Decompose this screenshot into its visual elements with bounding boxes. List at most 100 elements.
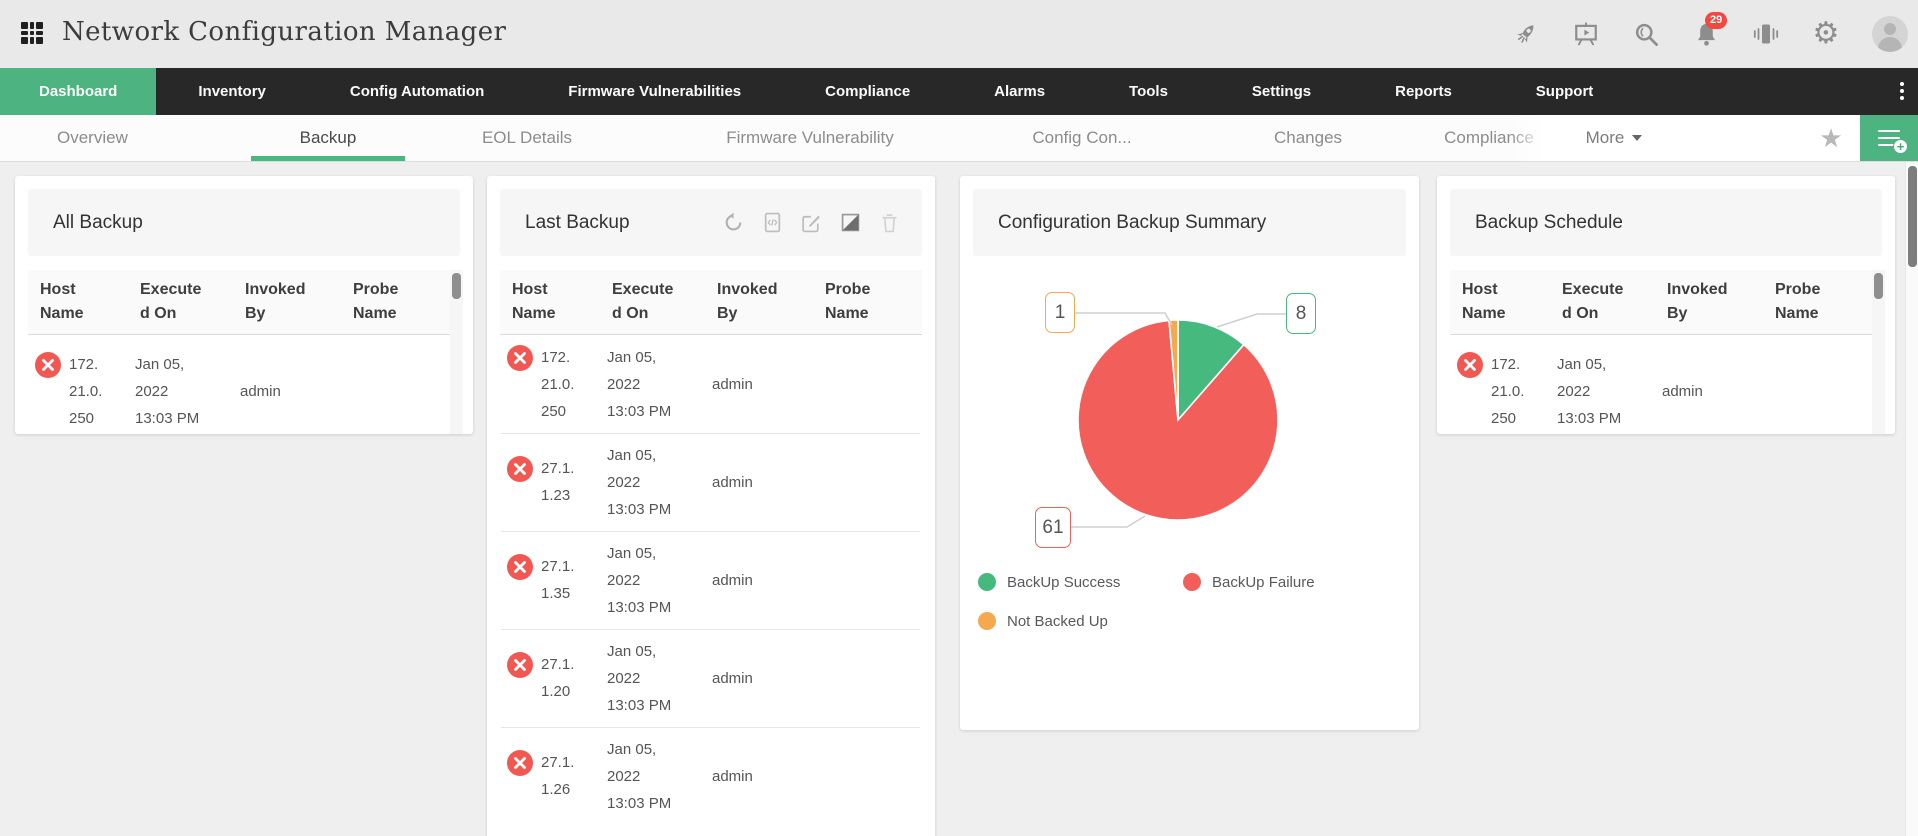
- table-row[interactable]: 172.21.0.250 Jan 05, 2022 13:03 PM admin: [501, 335, 920, 433]
- callout-backup-success: 8: [1286, 293, 1316, 334]
- table-body: 172.21.0.250 Jan 05, 2022 13:03 PM admin: [1451, 335, 1880, 434]
- executed-on-value: Jan 05, 2022 13:03 PM: [1557, 351, 1662, 432]
- nav-item-label: Config Automation: [350, 83, 484, 100]
- widget-header: Backup Schedule: [1450, 189, 1882, 256]
- app-header: Network Configuration Manager: [0, 0, 1918, 68]
- widget-scrollbar-thumb[interactable]: [452, 273, 461, 299]
- invoked-by-value: admin: [712, 371, 820, 398]
- more-label: More: [1586, 128, 1625, 148]
- nav-item-label: Inventory: [198, 83, 266, 100]
- nav-item-label: Tools: [1129, 83, 1168, 100]
- widget-scrollbar-thumb[interactable]: [1874, 273, 1883, 299]
- host-name-value: 172.21.0.250: [541, 349, 574, 420]
- host-cell: 172.21.0.250: [35, 351, 135, 432]
- conflict-icon[interactable]: [839, 212, 861, 234]
- refresh-icon[interactable]: [722, 212, 744, 234]
- host-cell: 172.21.0.250: [507, 344, 607, 425]
- table-row[interactable]: 172.21.0.250 Jan 05, 2022 13:03 PM admin: [29, 335, 458, 434]
- delete-icon[interactable]: [878, 212, 900, 234]
- pie-chart[interactable]: [1068, 310, 1288, 530]
- column-header: Invoked By: [1667, 278, 1775, 326]
- notification-count-badge: 29: [1705, 12, 1727, 29]
- nav-item[interactable]: Reports: [1353, 68, 1494, 115]
- dashboard-tab[interactable]: EOL Details .x{}: [405, 115, 649, 161]
- apps-grid-icon[interactable]: [21, 22, 45, 46]
- host-cell: 27.1.1.26: [507, 749, 607, 805]
- search-icon[interactable]: [1632, 20, 1660, 48]
- dashboard-tabs: Overview .x{} Backup .x{} EOL Details .x…: [0, 115, 1555, 161]
- edit-icon[interactable]: [800, 212, 822, 234]
- dashboard-tab[interactable]: Config Con... .x{}: [971, 115, 1193, 161]
- widget-scrollbar: [1872, 270, 1885, 434]
- dashboard-tab-label: EOL Details: [482, 128, 572, 148]
- status-failure-icon: [1457, 351, 1491, 407]
- dashboard-tab[interactable]: Firmware Vulnerability .x{}: [649, 115, 971, 161]
- column-header: Executed On: [612, 278, 717, 326]
- widget-title: Last Backup: [500, 212, 630, 234]
- legend-item[interactable]: Not Backed Up: [978, 612, 1183, 630]
- callout-not-backed-up: 1: [1045, 292, 1075, 333]
- column-header: Probe Name: [353, 278, 433, 326]
- nav-item[interactable]: Inventory: [156, 68, 308, 115]
- table-row[interactable]: 27.1.1.20 Jan 05, 2022 13:03 PM admin: [501, 629, 920, 727]
- nav-item[interactable]: Alarms: [952, 68, 1087, 115]
- nav-item[interactable]: Config Automation: [308, 68, 526, 115]
- vibrate-alert-icon[interactable]: [1752, 20, 1780, 48]
- executed-on-value: Jan 05, 2022 13:03 PM: [607, 638, 712, 719]
- table-row[interactable]: 27.1.1.23 Jan 05, 2022 13:03 PM admin: [501, 433, 920, 531]
- dashboard-tab-label: Overview: [57, 128, 128, 148]
- status-failure-icon: [507, 749, 541, 805]
- favorite-star-icon[interactable]: [1802, 115, 1860, 161]
- nav-item-label: Reports: [1395, 83, 1452, 100]
- settings-gear-icon[interactable]: [1812, 20, 1840, 48]
- page-scrollbar: [1905, 162, 1918, 836]
- tab-more[interactable]: More: [1555, 115, 1673, 161]
- page-scrollbar-thumb[interactable]: [1908, 166, 1917, 267]
- nav-item[interactable]: Firmware Vulnerabilities: [526, 68, 783, 115]
- host-name-value: 27.1.1.20: [541, 656, 574, 700]
- invoked-by-value: admin: [1662, 378, 1770, 405]
- all-backup-widget: All Backup Host NameExecuted OnInvoked B…: [15, 176, 473, 434]
- invoked-by-value: admin: [712, 567, 820, 594]
- widget-title: Backup Schedule: [1450, 212, 1623, 234]
- presentation-icon[interactable]: [1572, 20, 1600, 48]
- host-cell: 27.1.1.23: [507, 455, 607, 511]
- rocket-icon[interactable]: [1512, 20, 1540, 48]
- config-file-icon[interactable]: [761, 212, 783, 234]
- table-row[interactable]: 27.1.1.35 Jan 05, 2022 13:03 PM admin: [501, 531, 920, 629]
- add-widget-button[interactable]: [1860, 115, 1918, 161]
- network-configuration-manager-app: Network Configuration Manager: [0, 0, 1918, 836]
- nav-item[interactable]: Tools: [1087, 68, 1210, 115]
- dashboard-tab[interactable]: Changes .x{}: [1193, 115, 1423, 161]
- legend-item[interactable]: BackUp Success: [978, 573, 1183, 591]
- widget-title: All Backup: [28, 212, 143, 234]
- dashboard-tab[interactable]: Backup .x{}: [251, 115, 405, 161]
- nav-overflow-kebab-icon[interactable]: [1900, 82, 1904, 100]
- column-header: Host Name: [1462, 278, 1562, 326]
- executed-on-value: Jan 05, 2022 13:03 PM: [607, 344, 712, 425]
- nav-item-label: Dashboard: [39, 83, 117, 100]
- nav-item[interactable]: Settings: [1210, 68, 1353, 115]
- table-row[interactable]: 27.1.1.26 Jan 05, 2022 13:03 PM admin: [501, 727, 920, 825]
- host-cell: 27.1.1.35: [507, 553, 607, 609]
- backup-schedule-widget: Backup Schedule Host NameExecuted OnInvo…: [1437, 176, 1895, 434]
- status-failure-icon: [507, 455, 541, 511]
- dashboard-tab-label: Backup: [300, 128, 357, 148]
- table-body: 172.21.0.250 Jan 05, 2022 13:03 PM admin: [29, 335, 458, 434]
- legend-item[interactable]: BackUp Failure: [1183, 573, 1388, 591]
- notification-bell-icon[interactable]: 29: [1692, 20, 1720, 48]
- nav-item[interactable]: Dashboard: [0, 68, 156, 115]
- nav-item[interactable]: Support: [1494, 68, 1636, 115]
- dashboard-tab[interactable]: Compliance .x{}: [1423, 115, 1555, 161]
- dashboard-tab[interactable]: Overview .x{}: [0, 115, 251, 161]
- dashboard-tab-bar: Overview .x{} Backup .x{} EOL Details .x…: [0, 115, 1918, 162]
- status-failure-icon: [35, 351, 69, 407]
- table-row[interactable]: 172.21.0.250 Jan 05, 2022 13:03 PM admin: [1451, 335, 1880, 434]
- executed-on-value: Jan 05, 2022 13:03 PM: [607, 540, 712, 621]
- user-avatar[interactable]: [1872, 16, 1908, 52]
- status-failure-icon: [507, 553, 541, 609]
- nav-item-label: Settings: [1252, 83, 1311, 100]
- host-name-value: 27.1.1.26: [541, 754, 574, 798]
- column-header: Invoked By: [245, 278, 353, 326]
- nav-item[interactable]: Compliance: [783, 68, 952, 115]
